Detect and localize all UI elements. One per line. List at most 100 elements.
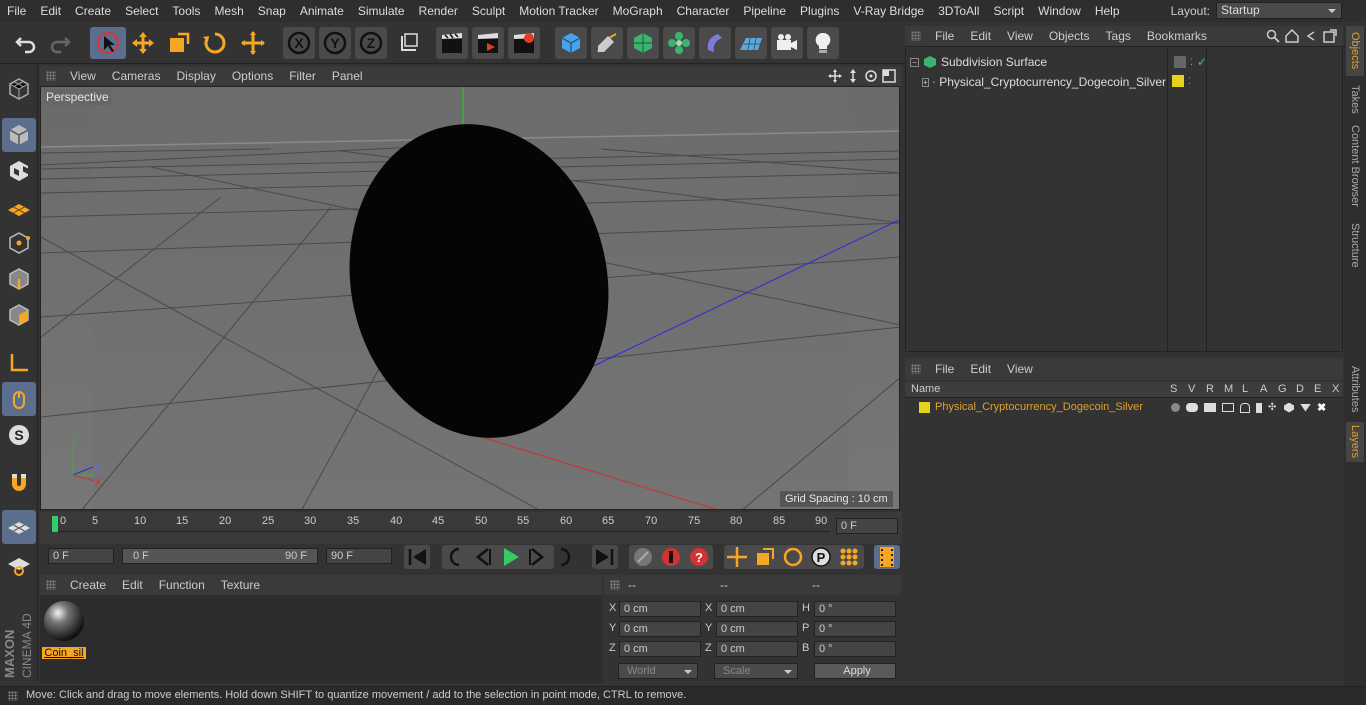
solo-flag-icon[interactable] [1171, 403, 1180, 412]
next-key-button[interactable] [552, 545, 578, 569]
axis-mode-button[interactable] [2, 346, 36, 380]
solo-mode-button[interactable]: S [2, 418, 36, 452]
render-to-picture-viewer-button[interactable] [472, 27, 504, 59]
goto-start-button[interactable] [404, 545, 430, 569]
viewport-grip-icon[interactable] [46, 71, 56, 81]
transform-tool-button[interactable] [237, 27, 269, 59]
z-axis-lock-button[interactable]: Z [355, 27, 387, 59]
objects-menu-view[interactable]: View [999, 29, 1041, 43]
autokey-button[interactable] [658, 545, 684, 569]
timeline-window-button[interactable] [874, 545, 900, 569]
layer-color-swatch[interactable] [1172, 75, 1184, 87]
rotate-tool-button[interactable] [199, 27, 231, 59]
pan-view-icon[interactable] [828, 69, 842, 83]
material-menu-texture[interactable]: Texture [213, 578, 268, 592]
deformer-flag-icon[interactable] [1284, 402, 1294, 413]
coord-mode-dropdown[interactable]: World [618, 663, 698, 679]
layer-col-solo[interactable]: S [1170, 383, 1177, 395]
objects-menu-file[interactable]: File [927, 29, 962, 43]
layer-col-deformers[interactable]: D [1296, 383, 1304, 395]
rotation-p-field[interactable]: 0 ° [814, 621, 896, 637]
coord-scale-dropdown[interactable]: Scale [714, 663, 798, 679]
goto-end-button[interactable] [592, 545, 618, 569]
undo-button[interactable] [10, 27, 42, 59]
tab-objects[interactable]: Objects [1346, 26, 1364, 76]
manager-flag-icon[interactable] [1222, 403, 1234, 412]
layer-col-view[interactable]: V [1188, 383, 1195, 395]
key-rotation-button[interactable] [780, 545, 806, 569]
objects-menu-edit[interactable]: Edit [962, 29, 999, 43]
menu-help[interactable]: Help [1088, 0, 1127, 22]
floor-button[interactable] [735, 27, 767, 59]
points-mode-button[interactable] [2, 226, 36, 260]
back-icon[interactable] [1304, 29, 1318, 43]
home-icon[interactable] [1285, 29, 1299, 43]
workplane-lock-button[interactable] [2, 510, 36, 544]
menu-script[interactable]: Script [986, 0, 1031, 22]
menu-simulate[interactable]: Simulate [351, 0, 412, 22]
tab-layers[interactable]: Layers [1346, 422, 1364, 462]
make-editable-button[interactable] [2, 72, 36, 106]
position-y-field[interactable]: 0 cm [619, 621, 701, 637]
layer-col-manager[interactable]: M [1224, 383, 1233, 395]
size-x-field[interactable]: 0 cm [716, 601, 798, 617]
menu-character[interactable]: Character [670, 0, 737, 22]
layers-menu-view[interactable]: View [999, 362, 1041, 376]
redo-button[interactable] [44, 27, 76, 59]
planar-workplane-button[interactable] [2, 548, 36, 582]
tab-attributes[interactable]: Attributes [1346, 360, 1364, 418]
material-swatch-coin[interactable]: Coin_sil [42, 599, 86, 659]
objects-grip-icon[interactable] [911, 31, 921, 41]
lock-icon[interactable] [1240, 402, 1250, 413]
move-tool-button[interactable] [127, 27, 159, 59]
next-frame-button[interactable] [524, 545, 550, 569]
object-row-dogecoin[interactable]: + 0 Physical_Cryptocurrency_Dogecoin_Sil… [922, 73, 1166, 91]
tab-takes[interactable]: Takes [1346, 80, 1364, 118]
cube-object-button[interactable] [555, 27, 587, 59]
generator-flag-icon[interactable]: ✣ [1268, 402, 1278, 413]
objects-menu-tags[interactable]: Tags [1098, 29, 1139, 43]
position-x-field[interactable]: 0 cm [619, 601, 701, 617]
viewport-menu-options[interactable]: Options [224, 69, 281, 83]
layer-col-xref[interactable]: X [1332, 383, 1339, 395]
rotation-b-field[interactable]: 0 ° [814, 641, 896, 657]
search-icon[interactable] [1266, 29, 1280, 43]
layer-color-swatch[interactable] [919, 401, 930, 413]
render-view-button[interactable] [436, 27, 468, 59]
coordinate-system-button[interactable] [393, 27, 425, 59]
light-button[interactable] [807, 27, 839, 59]
key-scale-button[interactable] [752, 545, 778, 569]
menu-file[interactable]: File [0, 0, 33, 22]
menu-3dtoall[interactable]: 3DToAll [931, 0, 986, 22]
objects-menu-bookmarks[interactable]: Bookmarks [1139, 29, 1215, 43]
end-frame-field[interactable]: 90 F [326, 548, 392, 564]
xref-flag-icon[interactable]: ✖ [1317, 401, 1326, 414]
enabled-check-icon[interactable]: ✓ [1197, 55, 1207, 69]
viewport-menu-panel[interactable]: Panel [324, 69, 371, 83]
layer-col-render[interactable]: R [1206, 383, 1214, 395]
timeline[interactable]: 0 5 10 15 20 25 30 35 40 45 50 55 60 65 … [40, 512, 902, 546]
render-flag-icon[interactable] [1204, 403, 1216, 412]
keyframe-selection-button[interactable]: ? [686, 545, 712, 569]
scale-tool-button[interactable] [163, 27, 195, 59]
tweak-mode-button[interactable] [2, 382, 36, 416]
texture-mode-button[interactable] [2, 154, 36, 188]
size-z-field[interactable]: 0 cm [716, 641, 798, 657]
menu-sculpt[interactable]: Sculpt [465, 0, 512, 22]
start-frame-field[interactable]: 0 F [48, 548, 114, 564]
new-window-icon[interactable] [1323, 29, 1337, 43]
visibility-dots-icon[interactable]: ⁚ [1188, 76, 1191, 87]
live-selection-button[interactable] [90, 27, 126, 59]
timeline-playhead[interactable] [52, 516, 58, 532]
key-pla-button[interactable] [836, 545, 862, 569]
cloner-button[interactable] [663, 27, 695, 59]
workplane-mode-button[interactable] [2, 190, 36, 224]
model-mode-button[interactable] [2, 118, 36, 152]
menu-vray-bridge[interactable]: V-Ray Bridge [846, 0, 931, 22]
tab-content-browser[interactable]: Content Browser [1346, 122, 1364, 210]
preview-range-slider[interactable]: 0 F 90 F [122, 548, 318, 564]
x-axis-lock-button[interactable]: X [283, 27, 315, 59]
key-position-button[interactable] [724, 545, 750, 569]
menu-snap[interactable]: Snap [251, 0, 293, 22]
expand-toggle-icon[interactable]: + [922, 77, 929, 87]
